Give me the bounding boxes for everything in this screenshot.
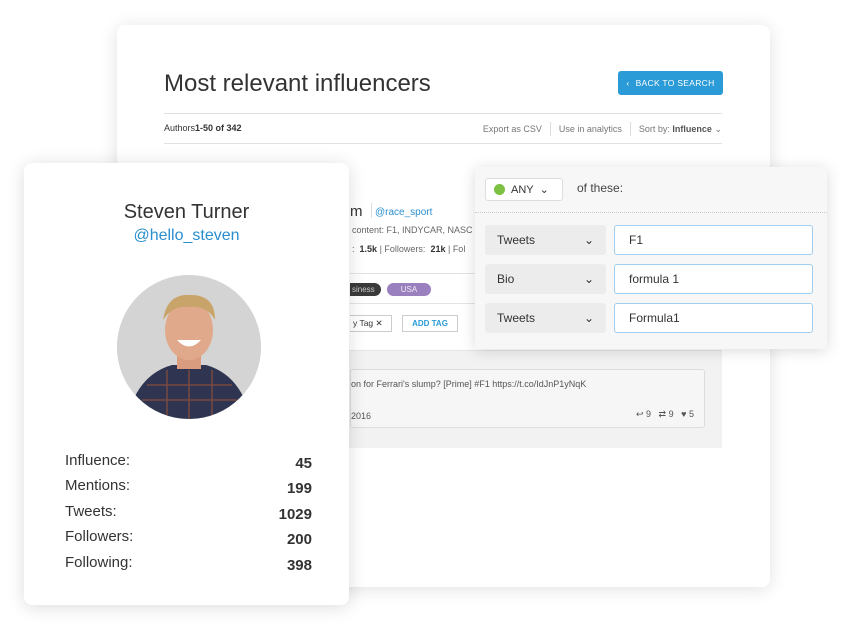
match-mode-label: of these: bbox=[577, 181, 624, 195]
result-handle[interactable]: @race_sport bbox=[375, 207, 432, 218]
field-select[interactable]: Tweets ⌄ bbox=[485, 225, 606, 255]
authors-count: Authors1-50 of 342 bbox=[164, 123, 242, 133]
stat-influence: Influence: 45 bbox=[65, 452, 312, 472]
my-tag-chip[interactable]: y Tag ✕ bbox=[350, 315, 392, 332]
match-mode-dropdown[interactable]: ANY ⌄ bbox=[485, 178, 563, 201]
export-csv-link[interactable]: Export as CSV bbox=[483, 124, 542, 134]
chevron-down-icon: ⌄ bbox=[714, 123, 722, 134]
tweet-actions: ↩ 9 ⇄ 9 ♥ 5 bbox=[635, 409, 694, 419]
avatar bbox=[117, 275, 261, 419]
divider bbox=[475, 212, 827, 213]
profile-name: Steven Turner bbox=[123, 201, 250, 223]
chevron-down-icon: ⌄ bbox=[539, 184, 549, 196]
retweet-icon: ⇄ bbox=[658, 409, 667, 419]
stat-tweets: Tweets: 1029 bbox=[65, 503, 312, 523]
chevron-down-icon: ⌄ bbox=[583, 311, 594, 325]
authors-prefix: Authors bbox=[164, 123, 196, 133]
match-mode-value: ANY bbox=[511, 183, 534, 196]
field-select[interactable]: Tweets ⌄ bbox=[485, 303, 606, 333]
value-input[interactable]: formula 1 bbox=[614, 264, 813, 294]
use-in-analytics-link[interactable]: Use in analytics bbox=[559, 124, 622, 134]
value-input[interactable]: F1 bbox=[614, 225, 813, 255]
toolbar: Export as CSV Use in analytics Sort by: … bbox=[483, 122, 722, 136]
filter-panel: ANY ⌄ of these: Tweets ⌄ F1 Bio ⌄ formula 1… bbox=[475, 167, 827, 349]
tweet-card: on for Ferrari's slump? [Prime] #F1 http… bbox=[350, 369, 705, 428]
sort-dropdown[interactable]: Sort by: Influence ⌄ bbox=[639, 124, 722, 135]
tag-usa[interactable]: USA bbox=[387, 283, 431, 296]
profile-handle[interactable]: @hello_steven bbox=[24, 227, 349, 245]
add-tag-button[interactable]: ADD TAG bbox=[402, 315, 458, 332]
tweet-date: 2016 bbox=[351, 411, 372, 421]
chevron-down-icon: ⌄ bbox=[583, 272, 594, 286]
stat-following: Following: 398 bbox=[65, 554, 312, 574]
back-to-search-button[interactable]: ‹ BACK TO SEARCH bbox=[618, 71, 723, 95]
status-dot-icon bbox=[494, 184, 505, 195]
chevron-left-icon: ‹ bbox=[626, 78, 630, 88]
stat-followers: Followers: 200 bbox=[65, 528, 312, 548]
result-stats: : 1.5k | Followers: 21k | Fol bbox=[352, 244, 466, 254]
reply-icon: ↩ bbox=[635, 409, 644, 419]
divider bbox=[164, 143, 722, 144]
stat-mentions: Mentions: 199 bbox=[65, 477, 312, 497]
sort-prefix: Sort by: bbox=[638, 123, 670, 134]
chevron-down-icon: ⌄ bbox=[583, 233, 594, 247]
close-icon: ✕ bbox=[375, 318, 383, 328]
tweet-text: on for Ferrari's slump? [Prime] #F1 http… bbox=[351, 379, 587, 389]
heart-icon: ♥ bbox=[681, 409, 687, 419]
result-content: content: F1, INDYCAR, NASC bbox=[352, 225, 473, 235]
sort-value: Influence bbox=[672, 123, 712, 134]
authors-range: 1-50 of 342 bbox=[195, 123, 242, 133]
profile-card: Steven Turner @hello_steven Influence: 45… bbox=[24, 163, 349, 605]
tag-business[interactable]: siness bbox=[350, 283, 381, 296]
result-name: m bbox=[350, 203, 363, 220]
field-select[interactable]: Bio ⌄ bbox=[485, 264, 606, 294]
page-title: Most relevant influencers bbox=[164, 70, 431, 97]
divider bbox=[164, 113, 722, 114]
value-input[interactable]: Formula1 bbox=[614, 303, 813, 333]
back-label: BACK TO SEARCH bbox=[635, 78, 715, 88]
